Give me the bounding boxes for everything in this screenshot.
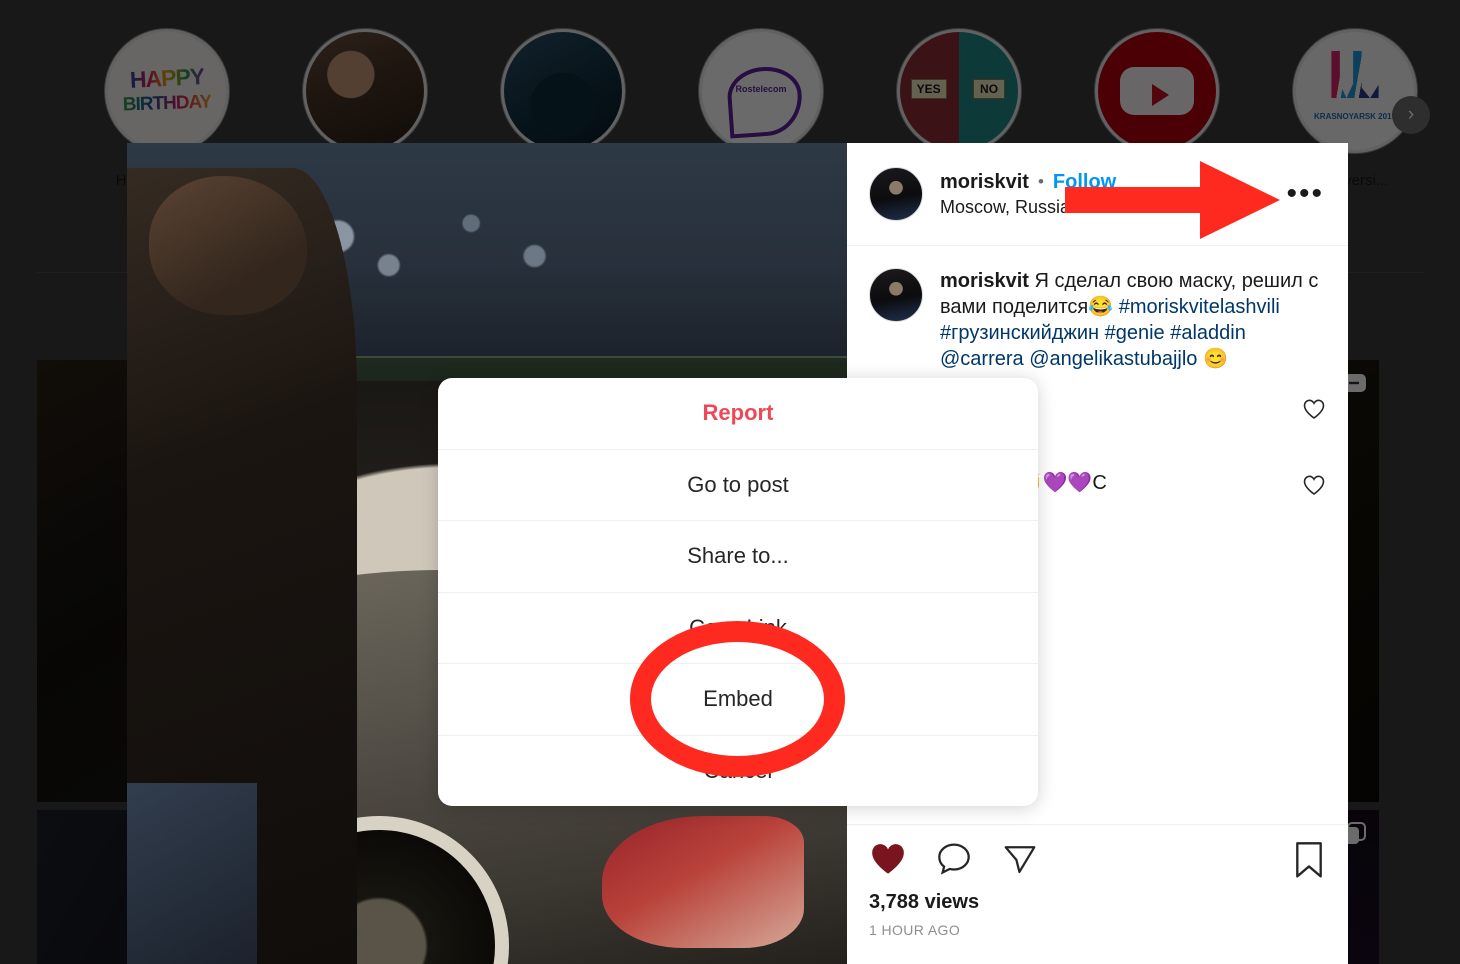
sheet-item-share-to[interactable]: Share to... bbox=[438, 521, 1038, 593]
like-icon[interactable] bbox=[869, 842, 907, 876]
sheet-item-cancel[interactable]: Cancel bbox=[438, 736, 1038, 807]
sheet-item-go-to-post[interactable]: Go to post bbox=[438, 450, 1038, 521]
comment-icon[interactable] bbox=[935, 841, 973, 877]
avatar[interactable] bbox=[869, 167, 923, 221]
post-header: moriskvit • Follow Moscow, Russia ••• bbox=[847, 143, 1348, 246]
post-author-line: moriskvit • Follow bbox=[940, 171, 1116, 194]
caption-author[interactable]: moriskvit bbox=[940, 270, 1029, 292]
comment-like-icon[interactable] bbox=[1302, 398, 1326, 448]
more-options-button[interactable]: ••• bbox=[1286, 179, 1324, 209]
caption-text: moriskvit Я сделал свою маску, решил с в… bbox=[940, 268, 1326, 372]
post-options-action-sheet: Report Go to post Share to... Copy Link … bbox=[438, 378, 1038, 806]
bookmark-icon[interactable] bbox=[1292, 841, 1326, 879]
post-location[interactable]: Moscow, Russia bbox=[940, 197, 1116, 218]
post-author-username[interactable]: moriskvit bbox=[940, 171, 1029, 194]
caption-body: moriskvit Я сделал свою маску, решил с в… bbox=[940, 268, 1326, 372]
sheet-item-report[interactable]: Report bbox=[438, 378, 1038, 450]
view-count: 3,788 views bbox=[869, 891, 980, 913]
scene-person-jeans bbox=[127, 783, 257, 964]
caption-item: moriskvit Я сделал свою маску, решил с в… bbox=[869, 268, 1326, 372]
sheet-item-copy-link[interactable]: Copy Link bbox=[438, 593, 1038, 664]
scene-person-head bbox=[148, 175, 307, 316]
caption-mentions[interactable]: @carrera @angelikastubajjlo 😊 bbox=[940, 348, 1228, 370]
sheet-item-embed[interactable]: Embed bbox=[438, 664, 1038, 736]
action-icons-row bbox=[869, 841, 1326, 877]
separator-dot: • bbox=[1037, 172, 1044, 191]
post-header-meta: moriskvit • Follow Moscow, Russia bbox=[940, 171, 1116, 218]
post-timestamp: 1 HOUR AGO bbox=[869, 922, 961, 938]
screen: Happy Birthday Universi... › bbox=[0, 0, 1460, 964]
follow-button[interactable]: Follow bbox=[1053, 171, 1116, 194]
share-icon[interactable] bbox=[1001, 841, 1039, 877]
avatar[interactable] bbox=[869, 268, 923, 322]
scene-taillight bbox=[602, 816, 804, 948]
comment-like-icon[interactable] bbox=[1302, 474, 1326, 549]
post-actions-bar: 3,788 views 1 HOUR AGO bbox=[847, 824, 1348, 964]
